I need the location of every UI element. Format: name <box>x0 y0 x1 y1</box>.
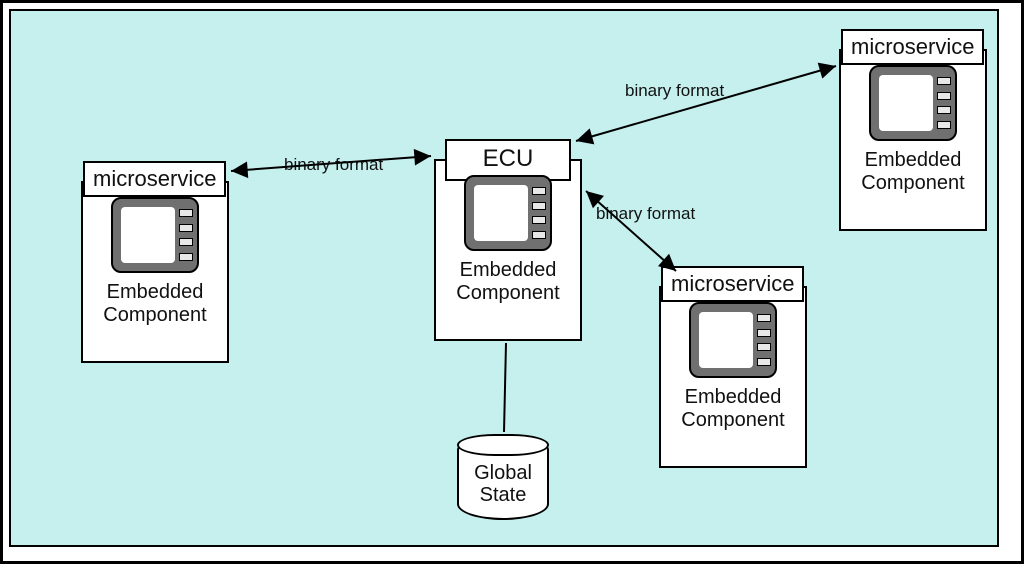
edge-label-top-right: binary format <box>625 81 724 101</box>
node-ecu-caption: EmbeddedComponent <box>436 257 580 315</box>
node-microservice-bottom-right-title: microservice <box>661 266 804 302</box>
node-microservice-top-right-title: microservice <box>841 29 984 65</box>
firmware-icon <box>464 175 552 251</box>
firmware-icon <box>689 302 777 378</box>
node-microservice-left: microservice EmbeddedComponent <box>81 181 229 363</box>
node-microservice-top-right: microservice EmbeddedComponent <box>839 49 987 231</box>
diagram-canvas: ECU EmbeddedComponent microservice Embed… <box>9 9 999 547</box>
edge-label-left: binary format <box>284 155 383 175</box>
node-microservice-left-title: microservice <box>83 161 226 197</box>
node-microservice-left-caption: EmbeddedComponent <box>83 279 227 337</box>
node-microservice-bottom-right-caption: EmbeddedComponent <box>661 384 805 442</box>
node-microservice-bottom-right: microservice EmbeddedComponent <box>659 286 807 468</box>
diagram-outer-frame: ECU EmbeddedComponent microservice Embed… <box>0 0 1024 564</box>
firmware-icon <box>111 197 199 273</box>
node-global-state-label: GlobalState <box>459 462 547 506</box>
node-ecu: ECU EmbeddedComponent <box>434 159 582 341</box>
node-global-state: GlobalState <box>457 434 549 520</box>
firmware-icon <box>869 65 957 141</box>
edge-label-bottom-right: binary format <box>596 204 695 224</box>
node-microservice-top-right-caption: EmbeddedComponent <box>841 147 985 205</box>
